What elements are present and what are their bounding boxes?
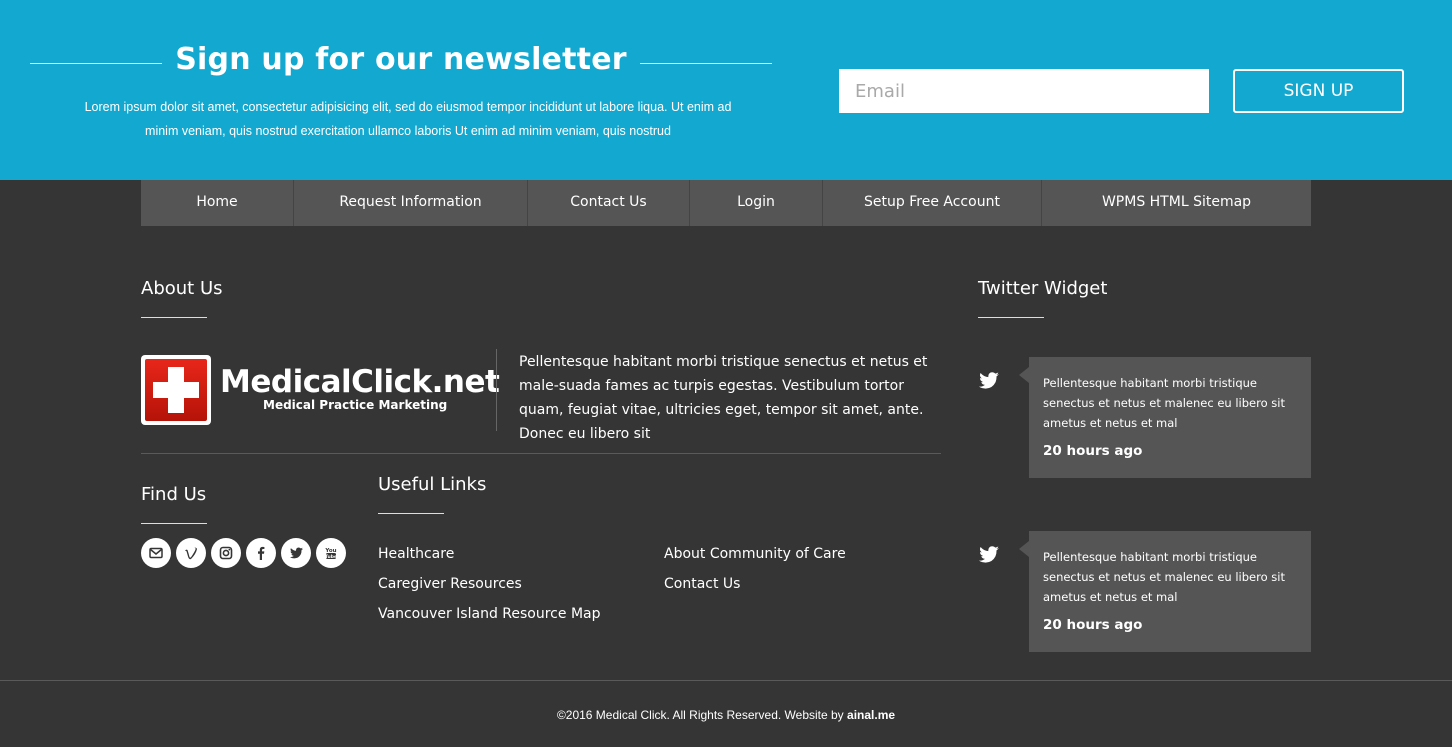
logo-tagline: Medical Practice Marketing — [263, 398, 448, 412]
nav-item-wpms-html-sitemap[interactable]: WPMS HTML Sitemap — [1042, 180, 1311, 226]
link-vancouver-island-resource-map[interactable]: Vancouver Island Resource Map — [378, 606, 600, 622]
twitter-widget-underline — [978, 317, 1044, 318]
newsletter-description: Lorem ipsum dolor sit amet, consectetur … — [58, 95, 758, 143]
youtube-icon[interactable]: You Tube — [316, 538, 346, 568]
useful-links-heading: Useful Links — [378, 474, 487, 495]
about-text: Pellentesque habitant morbi tristique se… — [519, 354, 928, 442]
nav-item-home[interactable]: Home — [141, 180, 294, 226]
logo-name[interactable]: MedicalClick.net — [220, 364, 500, 400]
find-us-underline — [141, 523, 207, 524]
footer-nav: Home Request Information Contact Us Logi… — [141, 180, 1311, 226]
find-us-heading: Find Us — [141, 484, 207, 505]
copyright-text: ©2016 Medical Click. All Rights Reserved… — [556, 708, 848, 722]
tweet-time[interactable]: 20 hours ago — [1043, 617, 1297, 633]
about-divider — [496, 349, 497, 431]
section-divider — [141, 453, 941, 454]
about-us-underline — [141, 317, 207, 318]
tweet-text: Pellentesque habitant morbi tristique se… — [1043, 376, 1285, 430]
newsletter-section: Sign up for our newsletter Lorem ipsum d… — [0, 0, 1452, 180]
newsletter-title-line-right — [640, 63, 772, 64]
newsletter-title-line-left — [30, 63, 162, 64]
facebook-icon[interactable] — [246, 538, 276, 568]
vimeo-icon[interactable] — [176, 538, 206, 568]
nav-item-request-information[interactable]: Request Information — [294, 180, 528, 226]
medicalclick-logo[interactable] — [141, 355, 211, 425]
twitter-icon[interactable] — [281, 538, 311, 568]
nav-item-setup-free-account[interactable]: Setup Free Account — [823, 180, 1042, 226]
credit-link[interactable]: ainal.me — [847, 708, 895, 722]
link-healthcare[interactable]: Healthcare — [378, 546, 454, 562]
twitter-bird-icon — [978, 372, 999, 389]
useful-links-underline — [378, 513, 444, 514]
instagram-icon[interactable] — [211, 538, 241, 568]
tweet-card: Pellentesque habitant morbi tristique se… — [1019, 357, 1311, 478]
twitter-bird-icon — [978, 546, 999, 563]
newsletter-description-line: minim veniam, quis nostrud exercitation … — [145, 124, 671, 138]
about-us-heading: About Us — [141, 278, 223, 299]
nav-item-login[interactable]: Login — [690, 180, 823, 226]
nav-item-contact-us[interactable]: Contact Us — [528, 180, 690, 226]
link-caregiver-resources[interactable]: Caregiver Resources — [378, 576, 522, 592]
copyright: ©2016 Medical Click. All Rights Reserved… — [0, 708, 1452, 722]
footer-divider — [0, 680, 1452, 681]
newsletter-email-input[interactable] — [839, 69, 1209, 113]
social-icons: You Tube — [141, 538, 346, 568]
email-icon[interactable] — [141, 538, 171, 568]
link-contact-us[interactable]: Contact Us — [664, 576, 740, 592]
svg-text:Tube: Tube — [325, 554, 337, 560]
red-cross-icon — [145, 359, 207, 421]
tweet-card: Pellentesque habitant morbi tristique se… — [1019, 531, 1311, 652]
link-about-community-of-care[interactable]: About Community of Care — [664, 546, 846, 562]
twitter-widget-heading: Twitter Widget — [978, 278, 1108, 299]
tweet-text: Pellentesque habitant morbi tristique se… — [1043, 550, 1285, 604]
newsletter-description-line: Lorem ipsum dolor sit amet, consectetur … — [84, 100, 732, 114]
sign-up-button[interactable]: SIGN UP — [1233, 69, 1404, 113]
tweet-time[interactable]: 20 hours ago — [1043, 443, 1297, 459]
newsletter-title: Sign up for our newsletter — [175, 42, 627, 77]
